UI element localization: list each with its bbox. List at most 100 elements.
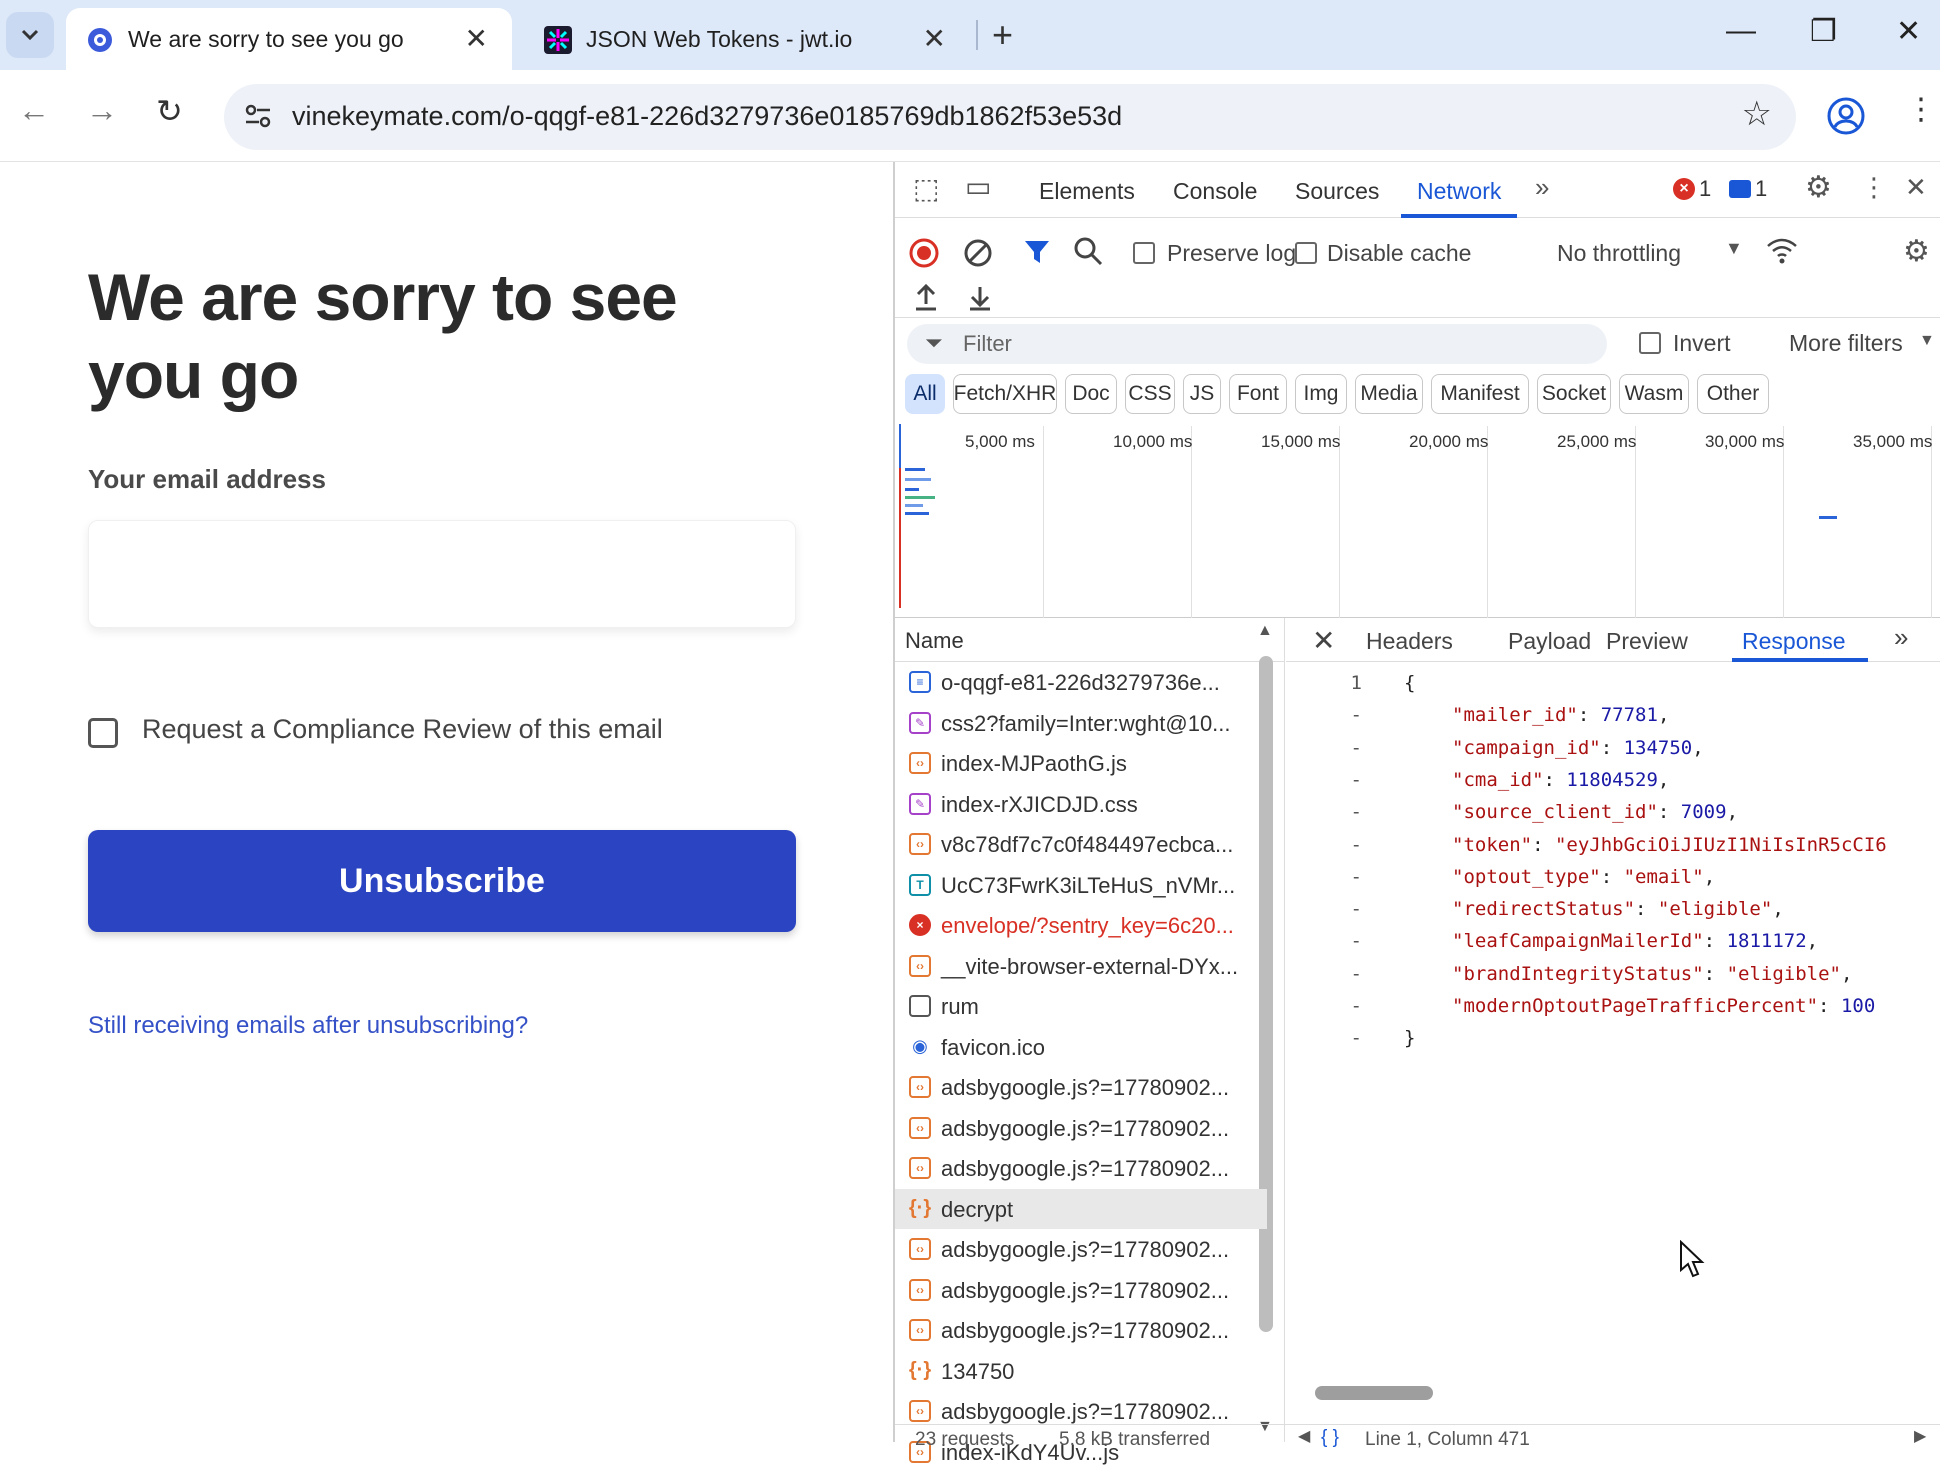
close-devtools-icon[interactable]: ✕ [1905,172,1927,203]
restore-icon[interactable]: ❐ [1810,14,1837,49]
more-filters-chevron-icon[interactable]: ▼ [1919,332,1935,350]
sort-up-icon[interactable]: ▲ [1257,622,1273,640]
timeline-bar [905,488,919,491]
download-icon[interactable] [967,284,993,312]
json-colon: : [1657,801,1681,824]
invert-checkbox[interactable] [1639,332,1661,354]
network-settings-icon[interactable]: ⚙ [1903,234,1930,269]
pretty-print-icon[interactable]: { } [1321,1427,1339,1449]
devtools-more-icon[interactable]: ⋮ [1861,172,1887,203]
more-tabs-icon[interactable]: » [1535,172,1549,203]
request-row[interactable]: ≡ o-qqgf-e81-226d3279736e... [895,662,1267,702]
inspect-icon[interactable]: ⬚ [913,172,939,205]
filter-chip-js[interactable]: JS [1183,374,1221,414]
detail-tab-preview[interactable]: Preview [1606,628,1688,655]
name-column-header[interactable]: Name ▲ [895,618,1285,662]
filter-chip-css[interactable]: CSS [1125,374,1175,414]
filter-chip-font[interactable]: Font [1229,374,1287,414]
unsubscribe-button[interactable]: Unsubscribe [88,830,796,932]
new-tab-icon[interactable]: + [992,14,1013,56]
tab-console[interactable]: Console [1173,178,1257,205]
device-icon[interactable]: ▭ [965,170,991,203]
tab-elements[interactable]: Elements [1039,178,1135,205]
close-tab-icon[interactable]: ✕ [465,22,488,55]
detail-tab-headers[interactable]: Headers [1366,628,1453,655]
tab-search-icon[interactable] [6,12,54,58]
reload-icon[interactable]: ↻ [156,92,183,130]
request-row[interactable]: × envelope/?sentry_key=6c20... [895,905,1267,945]
request-name: css2?family=Inter:wght@10... [941,710,1231,736]
tab-network[interactable]: Network [1417,178,1501,205]
still-receiving-link[interactable]: Still receiving emails after unsubscribi… [88,1012,528,1040]
detail-tab-payload[interactable]: Payload [1508,628,1591,655]
filter-chip-fetch-xhr[interactable]: Fetch/XHR [953,374,1057,414]
tab-jwt[interactable]: JSON Web Tokens - jwt.io ✕ [524,8,970,70]
address-bar[interactable]: vinekeymate.com/o-qqgf-e81-226d3279736e0… [224,84,1796,150]
chevron-down-icon[interactable]: ▼ [1725,238,1743,259]
request-row[interactable]: ‹› adsbygoogle.js?=17780902... [895,1270,1267,1310]
request-row[interactable]: ‹› index-MJPaothG.js [895,743,1267,783]
request-row[interactable]: ‹› adsbygoogle.js?=17780902... [895,1148,1267,1188]
code-text: "redirectStatus": "eligible", [1452,898,1784,920]
request-row[interactable]: rum [895,986,1267,1026]
filter-input[interactable]: ⏷ Filter [907,324,1607,364]
compliance-review-label[interactable]: Request a Compliance Review of this emai… [142,714,663,745]
filter-chip-media[interactable]: Media [1355,374,1423,414]
request-row[interactable]: ‹› adsbygoogle.js?=17780902... [895,1067,1267,1107]
tab-sorry[interactable]: We are sorry to see you go ✕ [66,8,512,70]
request-type-fav-icon: ◉ [912,1036,928,1056]
filter-chip-doc[interactable]: Doc [1065,374,1117,414]
gear-icon[interactable]: ⚙ [1805,170,1832,205]
close-window-icon[interactable]: ✕ [1896,14,1921,49]
filter-icon[interactable] [1023,238,1051,266]
throttling-select[interactable]: No throttling [1557,240,1681,267]
filter-chip-img[interactable]: Img [1295,374,1347,414]
more-detail-tabs-icon[interactable]: » [1894,622,1908,653]
request-row[interactable]: ◉ favicon.ico [895,1027,1267,1067]
close-detail-icon[interactable]: ✕ [1312,624,1335,657]
filter-chip-wasm[interactable]: Wasm [1619,374,1689,414]
close-tab-icon[interactable]: ✕ [923,22,946,55]
compliance-review-checkbox[interactable] [88,718,118,748]
minimize-icon[interactable]: — [1726,14,1756,48]
request-row[interactable]: ✎ index-rXJICDJD.css [895,784,1267,824]
back-icon[interactable]: ← [18,92,50,129]
filter-chip-other[interactable]: Other [1697,374,1769,414]
site-settings-icon[interactable] [242,100,274,132]
detail-tab-response[interactable]: Response [1742,628,1846,655]
page-title: We are sorry to see you go [88,260,678,412]
message-badge[interactable]: 1 [1729,176,1767,202]
wifi-icon[interactable] [1765,236,1799,266]
json-value: 134750 [1623,736,1693,759]
forward-icon[interactable]: → [86,92,118,129]
request-row[interactable]: {·} decrypt [895,1188,1267,1229]
tab-sources[interactable]: Sources [1295,178,1379,205]
clear-icon[interactable] [963,238,993,268]
response-hscrollbar[interactable] [1315,1386,1433,1400]
request-row[interactable]: T UcC73FwrK3iLTeHuS_nVMr... [895,865,1267,905]
request-row[interactable]: ✎ css2?family=Inter:wght@10... [895,703,1267,743]
filter-chip-all[interactable]: All [905,374,945,414]
json-colon: : [1543,768,1567,791]
json-value: "eyJhbGciOiJIUzI1NiIsInR5cCI6 [1554,833,1887,856]
profile-icon[interactable] [1826,96,1866,136]
preserve-log-checkbox[interactable] [1133,242,1155,264]
search-icon[interactable] [1073,236,1103,266]
upload-icon[interactable] [913,284,939,312]
filter-chip-manifest[interactable]: Manifest [1431,374,1529,414]
email-field[interactable] [88,520,796,628]
line-number: - [1350,704,1362,727]
request-row[interactable]: ‹› adsbygoogle.js?=17780902... [895,1108,1267,1148]
record-icon[interactable] [909,238,939,268]
more-icon[interactable]: ⋮ [1906,92,1936,127]
request-row[interactable]: {·} 134750 [895,1351,1267,1391]
filter-chip-socket[interactable]: Socket [1537,374,1611,414]
disable-cache-checkbox[interactable] [1295,242,1317,264]
star-icon[interactable]: ☆ [1742,94,1772,134]
request-row[interactable]: ‹› adsbygoogle.js?=17780902... [895,1229,1267,1269]
error-badge[interactable]: × 1 [1673,176,1711,202]
request-row[interactable]: ‹› adsbygoogle.js?=17780902... [895,1310,1267,1350]
request-row[interactable]: ‹› __vite-browser-external-DYx... [895,946,1267,986]
request-row[interactable]: ‹› v8c78df7c7c0f484497ecbca... [895,824,1267,864]
more-filters-button[interactable]: More filters [1789,330,1903,357]
